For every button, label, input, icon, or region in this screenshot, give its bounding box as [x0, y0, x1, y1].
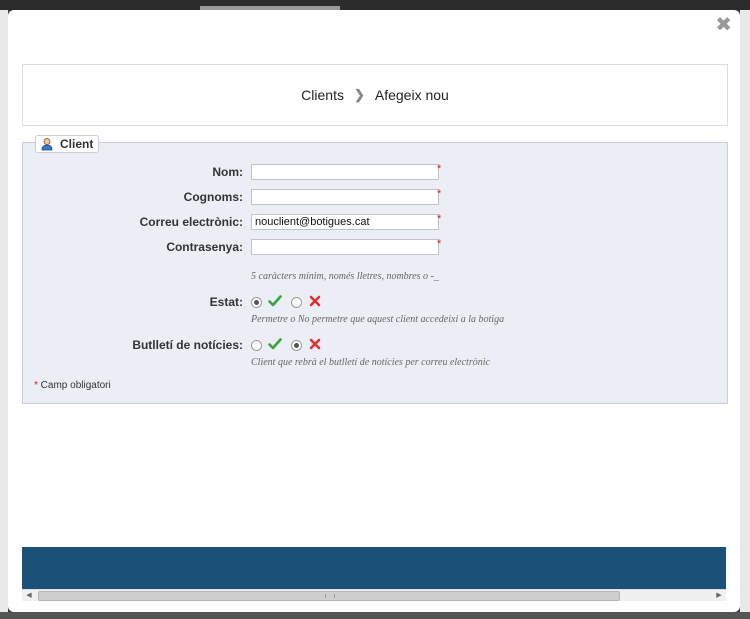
- last-name-label: Cognoms:: [183, 190, 243, 204]
- background-top-bar: [0, 0, 750, 10]
- required-marker: *: [437, 213, 442, 225]
- scroll-right-icon[interactable]: ▶: [714, 591, 724, 600]
- row-email: Correu electrònic: *: [23, 213, 727, 233]
- footer-bar: [22, 547, 726, 589]
- background-left-edge: [0, 10, 8, 619]
- status-no-radio[interactable]: [291, 297, 302, 308]
- newsletter-yes-radio[interactable]: [251, 340, 262, 351]
- required-marker: *: [437, 163, 442, 175]
- newsletter-hint: Client que rebrà el butlletí de notícies…: [251, 357, 490, 368]
- password-input[interactable]: [251, 239, 439, 255]
- modal-dialog: ✖ Clients ❯ Afegeix nou Client Nom: * Co…: [8, 10, 740, 612]
- user-icon: [40, 137, 54, 151]
- client-fieldset: Client Nom: * Cognoms: * Correu electròn…: [22, 135, 728, 404]
- first-name-label: Nom:: [212, 165, 243, 179]
- row-last-name: Cognoms: *: [23, 188, 727, 208]
- newsletter-no-radio[interactable]: [291, 340, 302, 351]
- scrollbar-thumb[interactable]: [38, 591, 620, 601]
- close-icon[interactable]: ✖: [715, 14, 732, 34]
- horizontal-scrollbar[interactable]: ◀ ▶: [22, 589, 726, 601]
- breadcrumb-item-clients[interactable]: Clients: [301, 87, 344, 103]
- first-name-input[interactable]: [251, 164, 439, 180]
- password-hint: 5 caràcters mínim, només lletres, nombre…: [251, 271, 439, 282]
- scroll-left-icon[interactable]: ◀: [24, 591, 34, 600]
- cross-icon: [308, 337, 322, 351]
- row-status: Estat:: [23, 293, 727, 313]
- required-marker: *: [437, 238, 442, 250]
- check-icon: [268, 294, 282, 308]
- check-icon: [268, 337, 282, 351]
- required-footnote: * Camp obligatori: [34, 380, 111, 391]
- newsletter-label: Butlletí de notícies:: [132, 338, 243, 352]
- chevron-right-icon: ❯: [353, 87, 365, 102]
- email-label: Correu electrònic:: [139, 215, 243, 229]
- email-input[interactable]: [251, 214, 439, 230]
- grip-icon: [325, 594, 335, 598]
- breadcrumb: Clients ❯ Afegeix nou: [22, 64, 728, 126]
- cross-icon: [308, 294, 322, 308]
- legend-label: Client: [60, 137, 94, 151]
- status-label: Estat:: [209, 295, 243, 309]
- last-name-input[interactable]: [251, 189, 439, 205]
- footnote-text: Camp obligatori: [37, 380, 111, 391]
- fieldset-legend: Client: [35, 135, 100, 153]
- background-bottom-edge: [0, 612, 750, 619]
- required-marker: *: [437, 188, 442, 200]
- row-password: Contrasenya: *: [23, 238, 727, 258]
- status-hint: Permetre o No permetre que aquest client…: [251, 314, 505, 325]
- status-yes-radio[interactable]: [251, 297, 262, 308]
- breadcrumb-item-current: Afegeix nou: [374, 87, 449, 103]
- row-first-name: Nom: *: [23, 163, 727, 183]
- password-label: Contrasenya:: [166, 240, 243, 254]
- background-right-edge: [740, 10, 750, 619]
- row-newsletter: Butlletí de notícies:: [23, 336, 727, 356]
